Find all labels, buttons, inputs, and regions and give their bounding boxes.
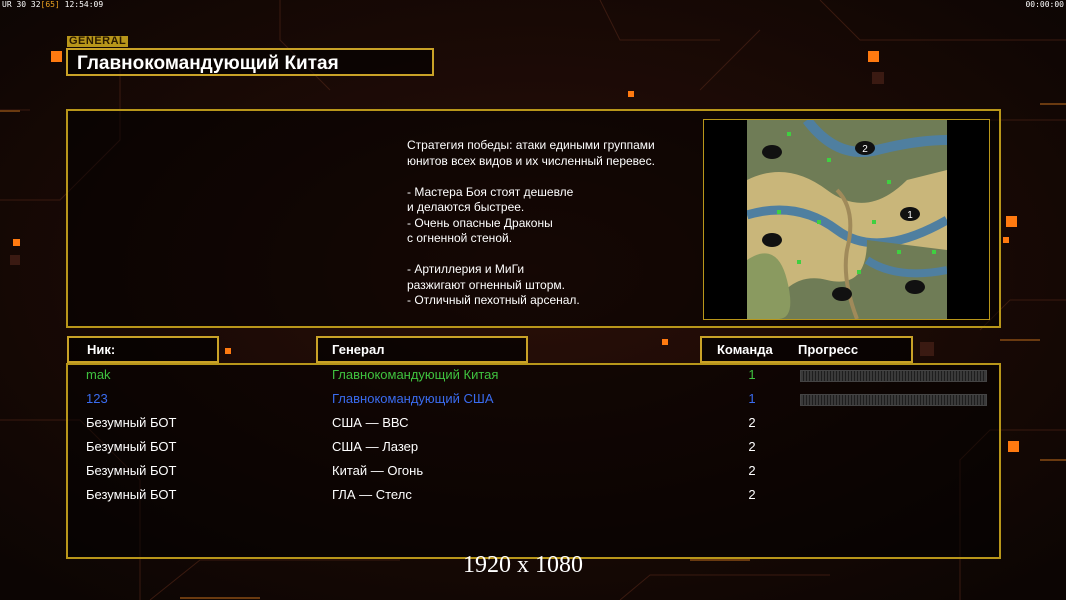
resolution-label: 1920 x 1080 <box>463 552 583 578</box>
map-preview: 2 1 <box>703 119 990 320</box>
player-progress-bar <box>800 394 987 406</box>
description-line: юнитов всех видов и их численный перевес… <box>407 153 655 168</box>
description-line: Стратегия победы: атаки едиными группами <box>407 138 655 152</box>
player-general: Главнокомандующий Китая <box>332 367 499 382</box>
column-progress-label: Прогресс <box>798 342 859 357</box>
description-line: - Очень опасные Драконы <box>407 215 553 230</box>
players-list: mak Главнокомандующий Китая 1 123 Главно… <box>66 363 1001 559</box>
general-description: Стратегия победы: атаки едиными группами… <box>407 138 697 309</box>
description-line: с огненной стеной. <box>407 231 513 245</box>
player-row[interactable]: 123 Главнокомандующий США 1 <box>68 390 999 414</box>
page-title: Главнокомандующий Китая <box>77 53 339 74</box>
player-nick: 123 <box>86 391 108 406</box>
player-nick: Безумный БОТ <box>86 487 177 502</box>
hud-status-left: UR 30 32[65] 12:54:09 <box>2 0 103 9</box>
general-tag: GENERAL <box>67 35 129 47</box>
hud-prefix: UR 30 32 <box>2 0 41 9</box>
column-general-label: Генерал <box>332 342 385 357</box>
title-box: Главнокомандующий Китая <box>66 48 434 76</box>
player-row[interactable]: Безумный БОТ США — ВВС 2 <box>68 414 999 438</box>
column-header-team-progress: Команда Прогресс <box>700 336 913 363</box>
map-marker-1: 1 <box>907 210 913 221</box>
player-general: США — ВВС <box>332 415 409 430</box>
column-header-general: Генерал <box>316 336 528 363</box>
column-nick-label: Ник: <box>87 342 116 357</box>
hud-time: 12:54:09 <box>64 0 104 9</box>
player-row[interactable]: Безумный БОТ США — Лазер 2 <box>68 438 999 462</box>
player-team: 2 <box>748 415 756 430</box>
map-image: 2 1 <box>747 120 947 319</box>
player-general: ГЛА — Стелс <box>332 487 412 502</box>
player-nick: mak <box>86 367 111 382</box>
player-row[interactable]: Безумный БОТ ГЛА — Стелс 2 <box>68 486 999 510</box>
player-row[interactable]: Безумный БОТ Китай — Огонь 2 <box>68 462 999 486</box>
player-general: Китай — Огонь <box>332 463 424 478</box>
player-team: 2 <box>748 487 756 502</box>
player-team: 1 <box>748 391 756 406</box>
description-line: - Артиллерия и МиГи <box>407 262 525 276</box>
player-team: 2 <box>748 439 756 454</box>
description-line: и делаются быстрее. <box>407 200 525 214</box>
hud-timer-right: 00:00:00 <box>1025 0 1064 9</box>
player-progress-bar <box>800 370 987 382</box>
player-general: США — Лазер <box>332 439 419 454</box>
description-line <box>407 247 697 263</box>
player-team: 2 <box>748 463 756 478</box>
hud-bracket: [65] <box>40 0 60 9</box>
description-line: - Мастера Боя стоят дешевле <box>407 184 574 199</box>
column-header-nick: Ник: <box>67 336 219 363</box>
player-nick: Безумный БОТ <box>86 463 177 478</box>
column-team-label: Команда <box>717 342 773 357</box>
player-nick: Безумный БОТ <box>86 439 177 454</box>
description-line: - Отличный пехотный арсенал. <box>407 293 580 307</box>
player-nick: Безумный БОТ <box>86 415 177 430</box>
player-row[interactable]: mak Главнокомандующий Китая 1 <box>68 366 999 390</box>
description-line: разжигают огненный шторм. <box>407 277 565 292</box>
description-line <box>407 169 697 185</box>
player-team: 1 <box>748 367 756 382</box>
map-marker-2: 2 <box>862 144 868 155</box>
player-general: Главнокомандующий США <box>332 391 494 406</box>
